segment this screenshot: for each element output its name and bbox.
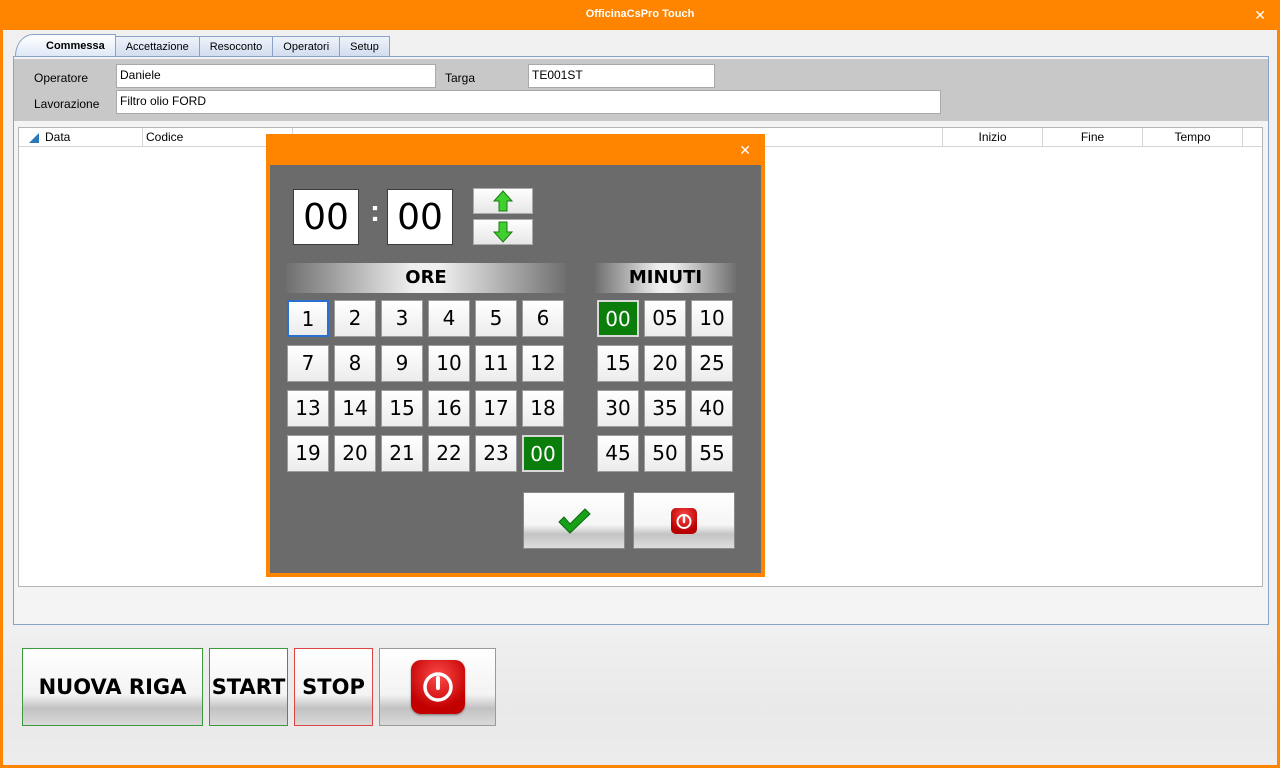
time-picker-body: 00 : 00 ORE MINUTI 1 2 3 4 5 6 7 8 9 10 … bbox=[270, 165, 761, 573]
minute-button-05[interactable]: 05 bbox=[644, 300, 686, 337]
operatore-label: Operatore bbox=[34, 71, 89, 85]
column-fine[interactable]: Fine bbox=[1043, 128, 1143, 147]
hour-button-9[interactable]: 9 bbox=[381, 345, 423, 382]
lavorazione-field[interactable]: Filtro olio FORD bbox=[116, 90, 941, 114]
exit-button[interactable] bbox=[379, 648, 496, 726]
hour-button-13[interactable]: 13 bbox=[287, 390, 329, 427]
hour-button-19[interactable]: 19 bbox=[287, 435, 329, 472]
hour-button-11[interactable]: 11 bbox=[475, 345, 517, 382]
minute-button-00[interactable]: 00 bbox=[597, 300, 639, 337]
operatore-field[interactable]: Daniele bbox=[116, 64, 436, 88]
arrow-up-icon bbox=[492, 190, 514, 212]
power-icon bbox=[671, 507, 697, 534]
minute-button-20[interactable]: 20 bbox=[644, 345, 686, 382]
lavorazione-label: Lavorazione bbox=[34, 97, 100, 111]
time-picker-dialog: ✕ 00 : 00 ORE MINUTI 1 2 3 4 5 6 7 8 9 1… bbox=[266, 134, 765, 577]
hour-button-6[interactable]: 6 bbox=[522, 300, 564, 337]
time-separator: : bbox=[370, 195, 380, 228]
increment-button[interactable] bbox=[473, 188, 533, 214]
column-tempo[interactable]: Tempo bbox=[1143, 128, 1243, 147]
hour-button-00[interactable]: 00 bbox=[522, 435, 564, 472]
title-bar: OfficinaCsPro Touch ✕ bbox=[0, 0, 1280, 30]
job-header: Operatore Daniele Targa TE001ST Lavorazi… bbox=[14, 59, 1268, 121]
hour-button-4[interactable]: 4 bbox=[428, 300, 470, 337]
minute-button-30[interactable]: 30 bbox=[597, 390, 639, 427]
targa-label: Targa bbox=[445, 71, 476, 85]
sort-ascending-icon bbox=[29, 133, 39, 143]
hour-button-21[interactable]: 21 bbox=[381, 435, 423, 472]
hour-button-22[interactable]: 22 bbox=[428, 435, 470, 472]
window-close-icon[interactable]: ✕ bbox=[1254, 8, 1266, 22]
hour-button-5[interactable]: 5 bbox=[475, 300, 517, 337]
window-title: OfficinaCsPro Touch bbox=[585, 8, 695, 20]
power-icon bbox=[410, 660, 465, 714]
minute-button-35[interactable]: 35 bbox=[644, 390, 686, 427]
minute-button-15[interactable]: 15 bbox=[597, 345, 639, 382]
minutes-display: 00 bbox=[387, 189, 453, 245]
decrement-button[interactable] bbox=[473, 219, 533, 245]
hour-button-16[interactable]: 16 bbox=[428, 390, 470, 427]
tab-operatori[interactable]: Operatori bbox=[272, 36, 341, 56]
minuti-header: MINUTI bbox=[595, 263, 736, 293]
tab-strip: Commessa Accettazione Resoconto Operator… bbox=[15, 34, 390, 56]
minute-button-50[interactable]: 50 bbox=[644, 435, 686, 472]
hour-button-8[interactable]: 8 bbox=[334, 345, 376, 382]
confirm-button[interactable] bbox=[523, 492, 625, 549]
minute-button-45[interactable]: 45 bbox=[597, 435, 639, 472]
minute-button-40[interactable]: 40 bbox=[691, 390, 733, 427]
stop-button[interactable]: STOP bbox=[294, 648, 373, 726]
hour-button-18[interactable]: 18 bbox=[522, 390, 564, 427]
minute-button-10[interactable]: 10 bbox=[691, 300, 733, 337]
ore-header: ORE bbox=[286, 263, 566, 293]
hour-button-17[interactable]: 17 bbox=[475, 390, 517, 427]
tab-commessa[interactable]: Commessa bbox=[15, 34, 116, 56]
targa-field[interactable]: TE001ST bbox=[528, 64, 715, 88]
dialog-close-icon[interactable]: ✕ bbox=[739, 143, 751, 157]
hours-display: 00 bbox=[293, 189, 359, 245]
column-inizio[interactable]: Inizio bbox=[943, 128, 1043, 147]
start-button[interactable]: START bbox=[209, 648, 288, 726]
hour-button-1[interactable]: 1 bbox=[287, 300, 329, 337]
hour-button-2[interactable]: 2 bbox=[334, 300, 376, 337]
hour-button-14[interactable]: 14 bbox=[334, 390, 376, 427]
arrow-down-icon bbox=[492, 221, 514, 243]
checkmark-icon bbox=[558, 507, 591, 534]
minute-button-55[interactable]: 55 bbox=[691, 435, 733, 472]
hour-button-3[interactable]: 3 bbox=[381, 300, 423, 337]
action-bar: NUOVA RIGA START STOP bbox=[3, 628, 1277, 765]
hour-button-10[interactable]: 10 bbox=[428, 345, 470, 382]
nuova-riga-button[interactable]: NUOVA RIGA bbox=[22, 648, 203, 726]
tab-resoconto[interactable]: Resoconto bbox=[198, 36, 274, 56]
tab-accettazione[interactable]: Accettazione bbox=[114, 36, 200, 56]
minute-button-25[interactable]: 25 bbox=[691, 345, 733, 382]
column-data[interactable]: Data bbox=[19, 128, 143, 147]
hour-button-20[interactable]: 20 bbox=[334, 435, 376, 472]
column-data-label: Data bbox=[45, 130, 71, 144]
tab-setup[interactable]: Setup bbox=[339, 36, 390, 56]
hour-button-7[interactable]: 7 bbox=[287, 345, 329, 382]
cancel-button[interactable] bbox=[633, 492, 735, 549]
hour-button-15[interactable]: 15 bbox=[381, 390, 423, 427]
hour-button-23[interactable]: 23 bbox=[475, 435, 517, 472]
hour-button-12[interactable]: 12 bbox=[522, 345, 564, 382]
